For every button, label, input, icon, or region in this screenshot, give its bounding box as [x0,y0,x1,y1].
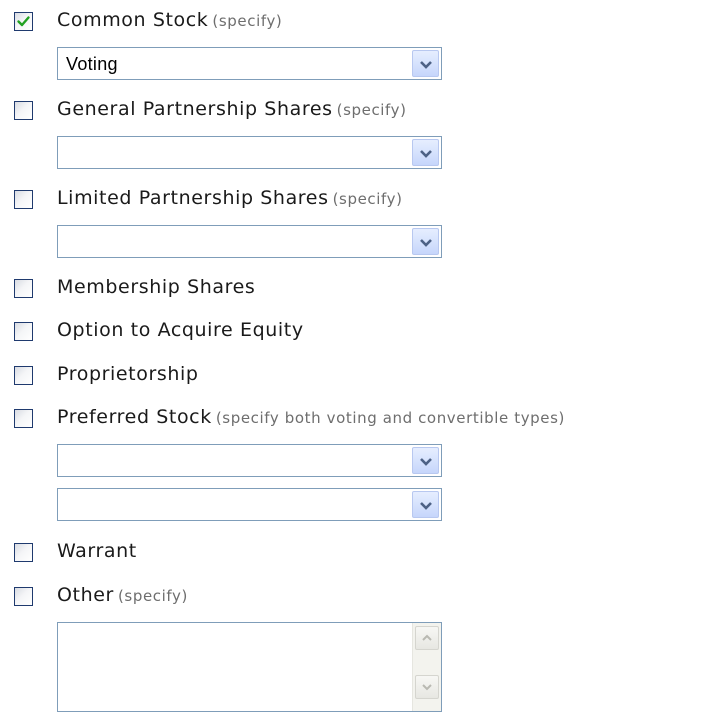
acquire-equity-checkbox[interactable] [14,322,33,341]
chevron-down-icon [420,502,432,510]
preferred-convertible-dropdown-button[interactable] [412,491,439,518]
limited-partnership-dropdown-button[interactable] [412,228,439,255]
preferred-stock-label: Preferred Stock (specify both voting and … [57,406,565,428]
membership-shares-label: Membership Shares [57,276,256,298]
preferred-convertible-select[interactable] [57,488,442,521]
other-checkbox[interactable] [14,587,33,606]
other-label: Other (specify) [57,584,188,606]
limited-partnership-label: Limited Partnership Shares (specify) [57,187,403,209]
warrant-checkbox[interactable] [14,543,33,562]
proprietorship-checkbox[interactable] [14,366,33,385]
warrant-label: Warrant [57,540,137,562]
common-stock-label: Common Stock (specify) [57,9,283,31]
preferred-stock-checkbox[interactable] [14,409,33,428]
scroll-down-button[interactable] [415,675,439,699]
common-stock-dropdown-button[interactable] [412,50,439,77]
chevron-down-icon [420,150,432,158]
general-partnership-dropdown-button[interactable] [412,139,439,166]
preferred-voting-select[interactable] [57,444,442,477]
chevron-down-icon [420,61,432,69]
scroll-up-button[interactable] [415,626,439,650]
chevron-down-icon [420,239,432,247]
preferred-voting-dropdown-button[interactable] [412,447,439,474]
general-partnership-hint: (specify) [336,101,407,119]
chevron-down-icon [420,458,432,466]
scroll-up-arrow-icon [422,634,432,641]
membership-shares-checkbox[interactable] [14,279,33,298]
common-stock-hint: (specify) [212,12,283,30]
scroll-down-arrow-icon [422,684,432,691]
general-partnership-checkbox[interactable] [14,101,33,120]
limited-partnership-select[interactable] [57,225,442,258]
common-stock-checkbox[interactable] [14,12,33,31]
common-stock-select-value: Voting [66,54,118,74]
general-partnership-label: General Partnership Shares (specify) [57,98,407,120]
general-partnership-select[interactable] [57,136,442,169]
common-stock-select[interactable]: Voting [57,47,442,80]
proprietorship-label: Proprietorship [57,363,199,385]
other-textarea[interactable] [57,622,442,712]
limited-partnership-checkbox[interactable] [14,190,33,209]
acquire-equity-label: Option to Acquire Equity [57,319,304,341]
check-mark-icon [17,16,30,27]
limited-partnership-hint: (specify) [332,190,403,208]
other-hint: (specify) [117,587,188,605]
preferred-stock-hint: (specify both voting and convertible typ… [215,409,565,427]
